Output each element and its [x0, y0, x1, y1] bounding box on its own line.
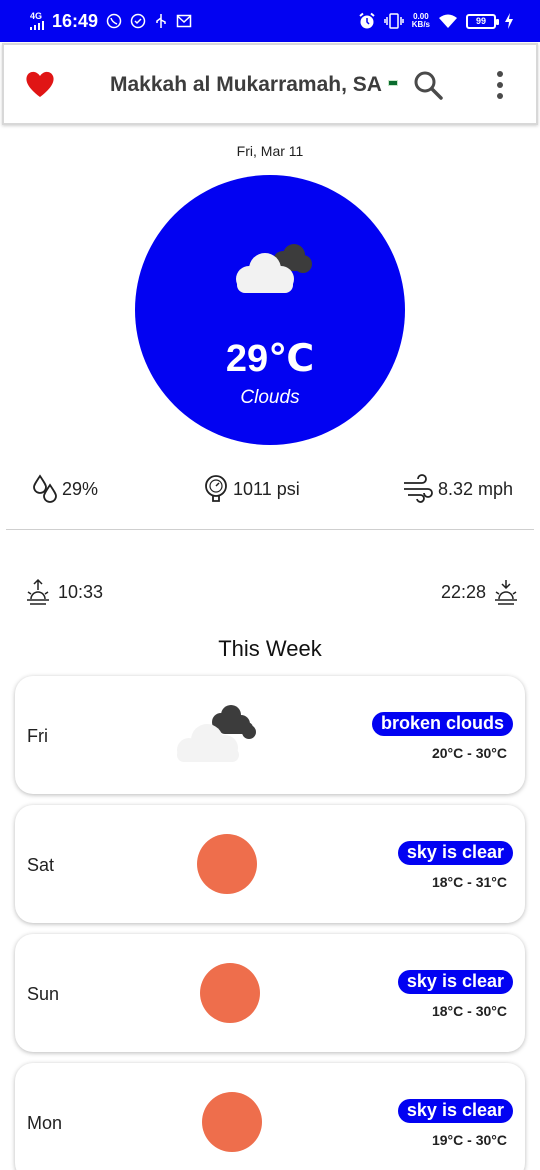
clock: 16:49 [52, 10, 99, 31]
heart-icon [26, 71, 54, 97]
clear-sky-icon [197, 834, 257, 894]
overflow-menu-button[interactable] [488, 69, 512, 101]
forecast-day: Sat [27, 855, 55, 875]
forecast-day: Mon [27, 1113, 63, 1133]
wind-icon [404, 474, 433, 503]
wind-value: 8.32 mph [438, 478, 514, 499]
wind-stat: 8.32 mph [402, 474, 513, 504]
network-type: 4G [30, 11, 43, 21]
status-bar: 4G 16:49 0.00 KB/s 99 [0, 0, 540, 42]
current-weather-circle: 29℃ Clouds [135, 175, 405, 445]
charging-icon [505, 13, 513, 29]
current-condition: Clouds [240, 387, 300, 408]
current-temperature: 29℃ [225, 338, 315, 380]
clear-sky-icon [202, 1092, 262, 1152]
forecast-condition: sky is clear [397, 841, 513, 865]
forecast-condition: sky is clear [397, 1099, 513, 1123]
whatsapp-icon [106, 13, 122, 29]
humidity-icon [33, 474, 57, 503]
status-bar-left: 4G 16:49 [30, 11, 192, 32]
battery-indicator: 99 [466, 13, 499, 29]
sunset-icon [495, 580, 517, 605]
current-date: Fri, Mar 11 [236, 143, 304, 159]
alarm-icon [359, 12, 375, 29]
search-button[interactable] [412, 69, 444, 101]
forecast-card-mon[interactable]: Mon sky is clear 19°C - 30°C [15, 1063, 525, 1170]
forecast-temperature-range: 18°C - 31°C [431, 874, 507, 890]
sunrise-time: 10:33 [58, 581, 104, 602]
forecast-card-fri[interactable]: Fri broken clouds 20°C - 30°C [15, 676, 525, 794]
favorite-button[interactable] [24, 69, 56, 99]
location-title: Makkah al Mukarramah, SA [110, 73, 398, 97]
search-icon [414, 71, 443, 100]
forecast-card-sat[interactable]: Sat sky is clear 18°C - 31°C [15, 805, 525, 923]
broken-clouds-icon [177, 705, 256, 762]
pressure-stat: 1011 psi [203, 474, 300, 504]
pressure-value: 1011 psi [233, 478, 300, 499]
forecast-temperature-range: 20°C - 30°C [431, 745, 507, 761]
network-indicator: 4G [30, 12, 44, 30]
clear-sky-icon [200, 963, 260, 1023]
more-vert-icon [497, 71, 503, 99]
forecast-temperature-range: 19°C - 30°C [431, 1132, 507, 1148]
network-speed-unit: KB/s [411, 20, 430, 29]
sun-times: 10:33 22:28 [0, 578, 540, 608]
mail-icon [176, 14, 192, 28]
check-circle-icon [130, 13, 146, 29]
forecast-card-sun[interactable]: Sun sky is clear 18°C - 30°C [15, 934, 525, 1052]
network-speed: 0.00 KB/s [412, 13, 430, 29]
forecast-day: Fri [27, 726, 48, 746]
sunset-time: 22:28 [440, 581, 486, 602]
humidity-value: 29% [62, 478, 99, 499]
flag-icon [387, 80, 398, 87]
divider [6, 529, 534, 530]
sunrise-icon [27, 578, 49, 605]
signal-icon [30, 21, 44, 30]
sunrise: 10:33 [26, 578, 103, 606]
current-stats: 29% 1011 psi 8.32 mph [0, 474, 540, 506]
status-bar-right: 0.00 KB/s 99 [358, 12, 514, 30]
usb-icon [156, 14, 166, 28]
broken-clouds-icon [236, 244, 312, 293]
week-title: This Week [218, 636, 322, 661]
location-title-text: Makkah al Mukarramah, SA [110, 73, 382, 96]
vibrate-icon [384, 13, 404, 29]
sunset: 22:28 [441, 578, 518, 606]
barometer-icon [205, 475, 227, 502]
forecast-condition: sky is clear [397, 970, 513, 994]
forecast-condition: broken clouds [371, 712, 513, 736]
forecast-temperature-range: 18°C - 30°C [431, 1003, 507, 1019]
wifi-icon [439, 14, 457, 28]
forecast-day: Sun [27, 984, 60, 1004]
app-bar: Makkah al Mukarramah, SA [2, 43, 538, 125]
humidity-stat: 29% [32, 474, 98, 504]
